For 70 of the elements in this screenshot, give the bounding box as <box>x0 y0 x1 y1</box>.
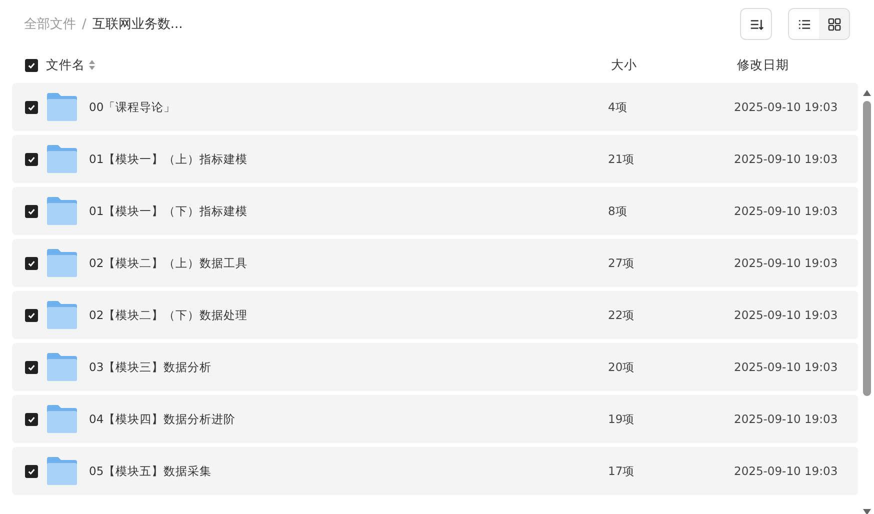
checkbox[interactable] <box>25 308 38 322</box>
check-icon <box>27 60 36 70</box>
check-icon <box>27 154 36 164</box>
item-count: 22项 <box>608 308 636 322</box>
folder-name[interactable]: 05【模块五】数据采集 <box>89 464 212 478</box>
folder-name[interactable]: 04【模块四】数据分析进阶 <box>89 412 236 426</box>
checkbox[interactable] <box>25 412 38 426</box>
folder-icon <box>47 197 77 225</box>
list-icon <box>798 18 810 30</box>
folder-row[interactable]: 02【模块二】（上）数据工具 27项 2025-09-10 19:03 <box>12 239 858 287</box>
item-count: 17项 <box>608 464 636 478</box>
item-count: 4项 <box>608 100 628 114</box>
column-header[interactable]: 大小 <box>611 56 737 74</box>
folder-name[interactable]: 02【模块二】（上）数据工具 <box>89 256 248 270</box>
modified-date: 2025-09-10 19:03 <box>734 360 838 374</box>
check-icon <box>27 466 36 476</box>
check-icon <box>27 102 36 112</box>
scroll-up-icon[interactable] <box>862 89 872 97</box>
sort-icon[interactable] <box>89 60 95 70</box>
checkbox[interactable] <box>25 360 38 374</box>
folder-icon <box>47 457 77 485</box>
check-icon <box>27 414 36 424</box>
modified-date: 2025-09-10 19:03 <box>734 256 838 270</box>
modified-date: 2025-09-10 19:03 <box>734 412 838 426</box>
column-header[interactable]: 文件名 <box>46 56 85 74</box>
checkbox[interactable] <box>25 58 38 72</box>
item-count: 27项 <box>608 256 636 270</box>
folder-row[interactable]: 01【模块一】（上）指标建模 21项 2025-09-10 19:03 <box>12 135 858 183</box>
folder-row[interactable]: 00「课程导论」 4项 2025-09-10 19:03 <box>12 83 858 131</box>
scroll-down-icon[interactable] <box>862 508 872 514</box>
folder-row[interactable]: 01【模块一】（下）指标建模 8项 2025-09-10 19:03 <box>12 187 858 235</box>
breadcrumb-current: 互联网业务数... <box>92 16 183 33</box>
checkbox[interactable] <box>25 204 38 218</box>
folder-icon <box>47 353 77 381</box>
modified-date: 2025-09-10 19:03 <box>734 100 838 114</box>
folder-row[interactable]: 04【模块四】数据分析进阶 19项 2025-09-10 19:03 <box>12 395 858 443</box>
modified-date: 2025-09-10 19:03 <box>734 152 838 166</box>
folder-name[interactable]: 01【模块一】（上）指标建模 <box>89 152 248 166</box>
folder-name[interactable]: 03【模块三】数据分析 <box>89 360 212 374</box>
folder-icon <box>47 249 77 277</box>
sort-button[interactable] <box>740 8 772 40</box>
item-count: 21项 <box>608 152 636 166</box>
check-icon <box>27 258 36 268</box>
modified-date: 2025-09-10 19:03 <box>734 308 838 322</box>
checkbox[interactable] <box>25 464 38 478</box>
folder-row[interactable]: 03【模块三】数据分析 20项 2025-09-10 19:03 <box>12 343 858 391</box>
item-count: 19项 <box>608 412 636 426</box>
folder-name[interactable]: 02【模块二】（下）数据处理 <box>89 308 248 322</box>
folder-row[interactable]: 02【模块二】（下）数据处理 22项 2025-09-10 19:03 <box>12 291 858 339</box>
checkbox[interactable] <box>25 152 38 166</box>
modified-date: 2025-09-10 19:03 <box>734 204 838 218</box>
check-icon <box>27 310 36 320</box>
folder-icon <box>47 301 77 329</box>
folder-icon <box>47 145 77 173</box>
breadcrumb-separator: / <box>82 16 86 32</box>
folder-name[interactable]: 00「课程导论」 <box>89 100 176 114</box>
item-count: 8项 <box>608 204 628 218</box>
folder-name[interactable]: 01【模块一】（下）指标建模 <box>89 204 248 218</box>
check-icon <box>27 206 36 216</box>
grid-view-button[interactable] <box>819 9 849 39</box>
check-icon <box>27 362 36 372</box>
checkbox[interactable] <box>25 256 38 270</box>
folder-icon <box>47 405 77 433</box>
grid-icon <box>828 18 840 30</box>
modified-date: 2025-09-10 19:03 <box>734 464 838 478</box>
folder-row[interactable]: 05【模块五】数据采集 17项 2025-09-10 19:03 <box>12 447 858 495</box>
folder-icon <box>47 93 77 121</box>
column-header[interactable]: 修改日期 <box>737 56 789 74</box>
item-count: 20项 <box>608 360 636 374</box>
checkbox[interactable] <box>25 100 38 114</box>
